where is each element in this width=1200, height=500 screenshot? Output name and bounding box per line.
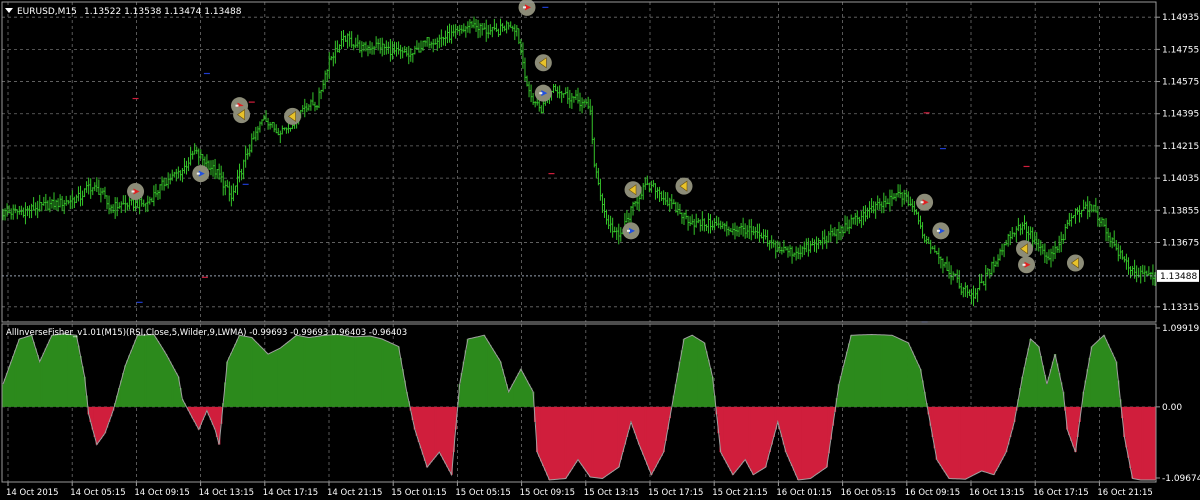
time-tick-label: 14 Oct 21:15 <box>327 488 382 498</box>
time-tick-label: 16 Oct 17:15 <box>1033 488 1088 498</box>
time-tick-label: 16 Oct 21:15 <box>1097 488 1152 498</box>
signal-marker <box>916 193 934 211</box>
time-tick-label: 14 Oct 17:15 <box>263 488 318 498</box>
indicator-tick-label: 0.00 <box>1162 403 1182 413</box>
price-tick-label: 1.14935 <box>1162 13 1199 23</box>
arrow-tail <box>523 6 527 9</box>
price-tick-label: 1.13675 <box>1162 238 1199 248</box>
signal-marker <box>534 84 552 102</box>
arrow-tail <box>196 172 200 175</box>
price-tick-label: 1.14395 <box>1162 110 1199 120</box>
time-tick-label: 14 Oct 13:15 <box>199 488 254 498</box>
price-tick-label: 1.14215 <box>1162 142 1199 152</box>
signal-marker <box>1066 254 1084 272</box>
price-tick-label: 1.14755 <box>1162 45 1199 55</box>
price-tick-label: 1.14035 <box>1162 174 1199 184</box>
time-tick-label: 15 Oct 17:15 <box>648 488 703 498</box>
arrow-tail <box>235 104 239 107</box>
time-tick-label: 16 Oct 13:15 <box>969 488 1024 498</box>
price-tick-label: 1.13315 <box>1162 303 1199 313</box>
time-tick-label: 15 Oct 21:15 <box>712 488 767 498</box>
signal-marker <box>622 222 640 240</box>
chart-canvas: 1.14935 1.14755 1.14575 1.14395 1.14215 1.140… <box>0 0 1200 500</box>
time-tick-label: 16 Oct 09:15 <box>905 488 960 498</box>
signal-marker <box>534 54 552 72</box>
arrow-tail <box>920 201 924 204</box>
signal-marker <box>1018 256 1036 274</box>
signal-marker <box>932 222 950 240</box>
time-tick-label: 14 Oct 2015 <box>6 488 59 498</box>
indicator-tick-label: 1.09919 <box>1162 324 1199 334</box>
signal-marker <box>675 177 693 195</box>
time-tick-label: 15 Oct 05:15 <box>455 488 510 498</box>
indicator-label: AllInverseFisher_v1.01(M15)(RSI,Close,5,… <box>6 328 407 338</box>
price-tick-label: 1.14575 <box>1162 78 1199 88</box>
ohlc-readout: 1.13522 1.13538 1.13474 1.13488 <box>84 7 242 17</box>
signal-marker <box>624 181 642 199</box>
signal-marker <box>127 182 145 200</box>
time-tick-label: 15 Oct 13:15 <box>584 488 639 498</box>
time-tick-label: 15 Oct 09:15 <box>520 488 575 498</box>
arrow-tail <box>539 92 543 95</box>
indicator-tick-label: -1.09674 <box>1162 474 1200 484</box>
arrow-tail <box>131 190 135 193</box>
arrow-tail <box>1022 263 1026 266</box>
arrow-tail <box>626 229 630 232</box>
time-tick-label: 15 Oct 01:15 <box>391 488 446 498</box>
arrow-tail <box>936 229 940 232</box>
signal-marker <box>192 165 210 183</box>
time-tick-label: 14 Oct 09:15 <box>134 488 189 498</box>
time-tick-label: 16 Oct 05:15 <box>841 488 896 498</box>
symbol-label: EURUSD,M15 <box>17 7 77 17</box>
price-tick-label: 1.13855 <box>1162 206 1199 216</box>
signal-marker <box>233 106 251 124</box>
current-price-value: 1.13488 <box>1160 272 1197 282</box>
time-tick-label: 16 Oct 01:15 <box>776 488 831 498</box>
signal-marker <box>1015 240 1033 258</box>
time-tick-label: 14 Oct 05:15 <box>70 488 125 498</box>
signal-marker <box>284 107 302 125</box>
